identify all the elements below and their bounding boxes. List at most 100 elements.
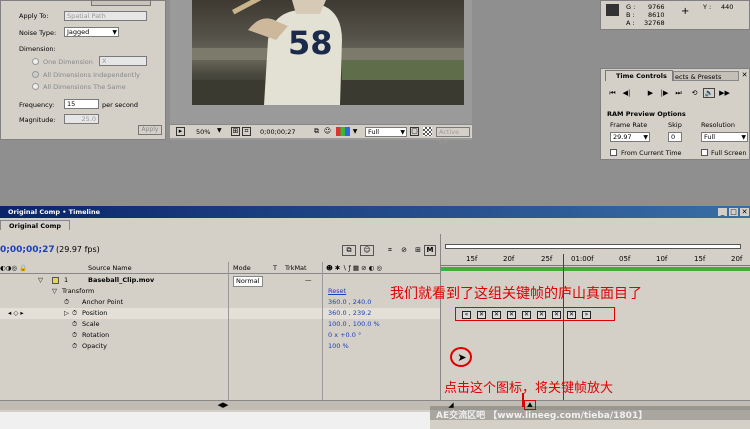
close-icon[interactable]: ✕: [740, 208, 749, 216]
all-independent-radio[interactable]: [32, 71, 39, 78]
active-camera-select[interactable]: Active Ca: [436, 127, 470, 145]
minimize-icon[interactable]: _: [718, 208, 727, 216]
keyframe-marker[interactable]: ✕: [507, 311, 516, 319]
channel-icon[interactable]: [336, 127, 350, 136]
scale-row[interactable]: ⏱ Scale 100.0 , 100.0 %: [0, 319, 440, 330]
frame-blending-icon[interactable]: ⌗: [384, 245, 396, 256]
expand-transform-icon[interactable]: ▽: [52, 286, 57, 297]
maximize-icon[interactable]: □: [729, 208, 738, 216]
stopwatch-icon[interactable]: ⏱: [72, 330, 77, 341]
opacity-row[interactable]: ⏱ Opacity 100 %: [0, 341, 440, 352]
keyframe-marker[interactable]: «: [462, 311, 471, 319]
position-row[interactable]: ◂ ◇ ▸ ▷ ⏱ Position 360.0 , 239.2: [0, 308, 440, 319]
transform-row[interactable]: ▽ Transform Reset: [0, 286, 440, 297]
loop-icon[interactable]: ⟲: [689, 88, 700, 98]
region-icon[interactable]: ▸: [176, 127, 185, 136]
anchor-point-row[interactable]: ⏱ Anchor Point 360.0 , 240.0: [0, 297, 440, 308]
mouse-cursor-icon: ➤: [457, 350, 467, 364]
anchor-point-value[interactable]: 360.0 , 240.0: [328, 297, 371, 308]
keyframe-marker[interactable]: ✕: [522, 311, 531, 319]
work-area-bar[interactable]: [441, 267, 750, 271]
tab-time-controls[interactable]: Time Controls: [605, 70, 673, 81]
last-frame-icon[interactable]: ⏭: [673, 88, 684, 98]
layer-name[interactable]: Baseball_Clip.mov: [88, 275, 154, 286]
keyframe-marker[interactable]: ✕: [552, 311, 561, 319]
time-navigator[interactable]: [445, 244, 741, 249]
expand-position-icon[interactable]: ▷: [64, 308, 69, 319]
rotation-value[interactable]: 0 x +0.0 °: [328, 330, 361, 341]
show-snapshot-icon[interactable]: ☺: [323, 127, 332, 136]
scale-label: Scale: [82, 320, 100, 328]
frame-rate-select[interactable]: 29.97 ▼: [610, 132, 650, 142]
reset-link[interactable]: Reset: [328, 286, 346, 297]
apply-to-select[interactable]: Spatial Path: [64, 11, 147, 21]
safe-margins-icon[interactable]: ⊞: [231, 127, 240, 136]
current-time[interactable]: 0;00;00;27: [0, 245, 55, 255]
keyframe-nav-icon[interactable]: ◂ ◇ ▸: [8, 308, 24, 319]
ruler[interactable]: 15f 20f 25f 01:00f 05f 10f 15f 20f: [441, 254, 750, 266]
skip-label: Skip: [668, 121, 682, 129]
tab-original-comp[interactable]: Original Comp: [0, 220, 70, 230]
close-icon[interactable]: ✕: [740, 71, 749, 80]
resolution-select[interactable]: Full ▼: [365, 127, 407, 137]
stopwatch-icon[interactable]: ⏱: [64, 297, 69, 308]
comp-flowchart-icon[interactable]: ⧉: [342, 245, 356, 256]
shy-icon[interactable]: ☺: [360, 245, 374, 256]
wiggler-tab[interactable]: [91, 0, 151, 6]
full-screen-checkbox[interactable]: [701, 149, 708, 156]
magnitude-input[interactable]: 25.0: [64, 114, 99, 124]
keyframe-marker[interactable]: ✕: [567, 311, 576, 319]
scroll-left-icon[interactable]: ◀▶: [218, 401, 229, 410]
previous-frame-icon[interactable]: ◀|: [621, 88, 632, 98]
roi-icon[interactable]: ▢: [410, 127, 419, 136]
stopwatch-icon[interactable]: ⏱: [72, 319, 77, 330]
col-source-name[interactable]: Source Name: [88, 264, 132, 272]
from-current-checkbox[interactable]: [610, 149, 617, 156]
timecode-display[interactable]: 0;00;00;27: [260, 128, 296, 136]
skip-input[interactable]: 0: [668, 132, 682, 142]
ram-preview-icon[interactable]: ▶▶: [719, 88, 730, 98]
time-controls-panel: Time Controls ects & Presets ✕ ⏮ ◀| ▶ |▶…: [600, 68, 750, 160]
opacity-value[interactable]: 100 %: [328, 341, 349, 352]
stopwatch-icon[interactable]: ⏱: [72, 341, 77, 352]
motion-blur-icon[interactable]: ⊘: [398, 245, 410, 256]
outline-scrollbar[interactable]: ◀▶: [0, 400, 440, 410]
scale-value[interactable]: 100.0 , 100.0 %: [328, 319, 380, 330]
play-icon[interactable]: ▶: [645, 88, 656, 98]
graph-m-icon[interactable]: M: [424, 245, 436, 256]
next-frame-icon[interactable]: |▶: [659, 88, 670, 98]
dimension-axis-select[interactable]: X: [99, 56, 147, 66]
expand-layer-icon[interactable]: ▽: [38, 275, 43, 286]
col-trkmat[interactable]: TrkMat: [285, 264, 307, 272]
keyframe-marker[interactable]: »: [582, 311, 591, 319]
frequency-unit: per second: [102, 101, 139, 109]
resolution-select-ram[interactable]: Full ▼: [701, 132, 748, 142]
comp-frame[interactable]: 58: [192, 0, 464, 105]
keyframe-marker[interactable]: ✕: [477, 311, 486, 319]
stopwatch-active-icon[interactable]: ⏱: [72, 308, 77, 319]
keyframe-marker[interactable]: ✕: [492, 311, 501, 319]
keyframe-marker[interactable]: ✕: [537, 311, 546, 319]
position-value[interactable]: 360.0 , 239.2: [328, 308, 371, 319]
apply-button[interactable]: Apply: [138, 125, 162, 135]
transparency-grid-icon[interactable]: [423, 127, 432, 136]
snapshot-icon[interactable]: ⧉: [312, 127, 321, 136]
grid-icon[interactable]: ⌗: [242, 127, 251, 136]
frequency-input[interactable]: 15: [64, 99, 99, 109]
channel-dropdown-icon[interactable]: ▼: [351, 127, 359, 136]
one-dimension-radio[interactable]: [32, 58, 39, 65]
layer-row[interactable]: ▽ 1 Baseball_Clip.mov Normal —: [0, 275, 440, 287]
zoom-value[interactable]: 50%: [196, 128, 210, 136]
noise-type-select[interactable]: Jagged ▼: [64, 27, 119, 37]
audio-icon[interactable]: 🔈: [703, 88, 715, 98]
draft-3d-icon[interactable]: ⊞: [412, 245, 424, 256]
col-mode[interactable]: Mode: [233, 264, 251, 272]
rotation-row[interactable]: ⏱ Rotation 0 x +0.0 °: [0, 330, 440, 341]
all-same-radio[interactable]: [32, 83, 39, 90]
timeline-title-bar[interactable]: Original Comp • Timeline _ □ ✕: [0, 206, 750, 218]
col-t[interactable]: T: [273, 264, 277, 272]
ruler-tick-label: 20f: [731, 255, 743, 263]
zoom-dropdown-icon[interactable]: ▼: [217, 128, 222, 134]
tab-effects-presets[interactable]: ects & Presets: [673, 71, 739, 81]
first-frame-icon[interactable]: ⏮: [607, 88, 618, 98]
